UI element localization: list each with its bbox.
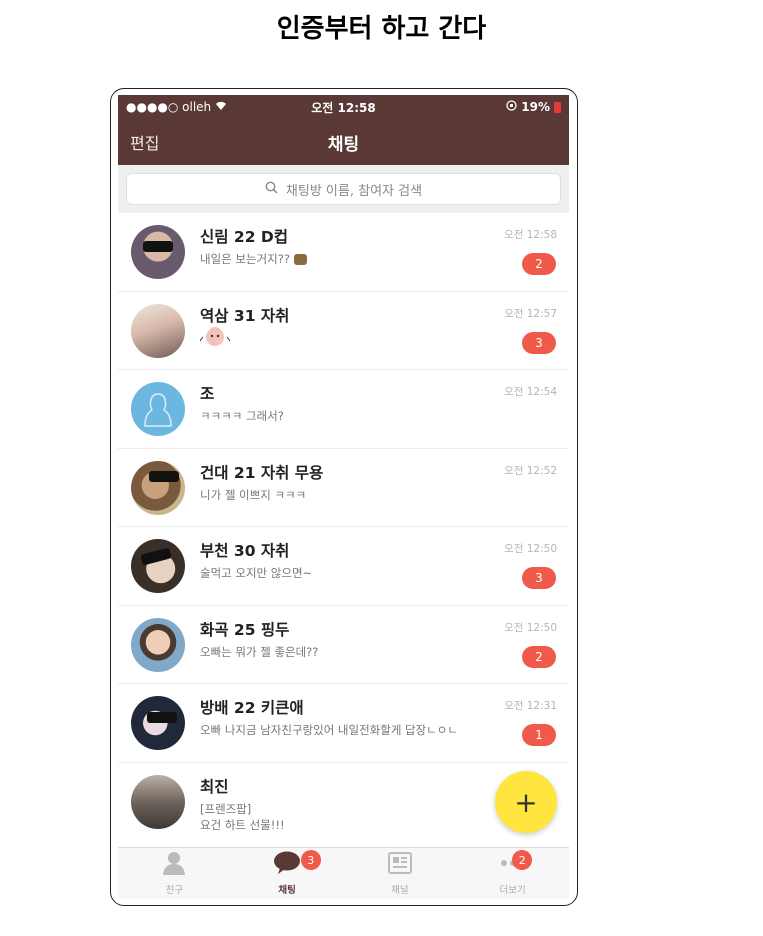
app-screen: ●●●●○ olleh 오전 12:58 19% 편집 채팅 채팅방 이름, 참… xyxy=(118,95,569,899)
avatar xyxy=(131,225,185,279)
chat-preview: ㅋㅋㅋㅋ 그래서? xyxy=(200,409,284,423)
chat-name: 조 xyxy=(200,385,215,403)
edit-button[interactable]: 편집 xyxy=(130,130,159,154)
wifi-icon xyxy=(215,100,227,114)
search-bar: 채팅방 이름, 참여자 검색 xyxy=(118,165,569,213)
avatar xyxy=(131,774,185,829)
avatar xyxy=(131,539,185,593)
chat-preview-line2: 요건 하트 선물!!! xyxy=(200,817,285,832)
default-avatar-icon xyxy=(131,382,185,436)
status-bar: ●●●●○ olleh 오전 12:58 19% xyxy=(118,95,569,119)
tab-friends[interactable]: 친구 xyxy=(118,848,231,899)
chat-preview: 오빠는 뭐가 젤 좋은데?? xyxy=(200,644,319,659)
tab-channel[interactable]: 채널 xyxy=(344,848,457,899)
chat-time: 오전 12:57 xyxy=(504,307,557,320)
chat-row[interactable]: 방배 22 키큰애 오빠 나지금 남자친구랑있어 내일전화할게 답장ㄴㅇㄴ 오전… xyxy=(118,684,569,763)
privacy-blur xyxy=(143,241,173,252)
search-placeholder: 채팅방 이름, 참여자 검색 xyxy=(285,183,423,199)
nav-bar: 편집 채팅 xyxy=(118,119,569,165)
page-heading: 인증부터 하고 간다 xyxy=(276,14,487,44)
speech-bubble-icon xyxy=(273,851,301,879)
person-icon xyxy=(161,851,187,879)
tab-more[interactable]: 더보기 2 xyxy=(456,848,569,899)
privacy-blur xyxy=(149,470,179,482)
chat-preview: 오빠 나지금 남자친구랑있어 내일전화할게 답장ㄴㅇㄴ xyxy=(200,723,458,737)
chat-preview: 술먹고 오지만 않으면~ xyxy=(200,566,313,580)
chat-row[interactable]: 조 ㅋㅋㅋㅋ 그래서? 오전 12:54 xyxy=(118,370,569,449)
chat-time: 오전 12:54 xyxy=(504,386,557,398)
tab-bar: 친구 채팅 3 채널 더보기 2 xyxy=(118,847,569,899)
bear-emoticon-icon xyxy=(293,254,307,265)
chat-preview xyxy=(199,325,231,352)
chat-row[interactable]: 건대 21 자취 무용 니가 젤 이쁘지 ㅋㅋㅋ 오전 12:52 xyxy=(118,449,569,527)
chat-name: 최진 xyxy=(200,777,229,796)
chat-name: 화곡 25 핑두 xyxy=(200,620,290,639)
chat-time: 오전 12:58 xyxy=(504,229,557,241)
chat-preview: 내일은 보는거지?? xyxy=(200,251,307,267)
news-icon xyxy=(387,851,413,879)
tab-label: 채팅 xyxy=(278,885,296,896)
unread-badge: 3 xyxy=(522,567,556,589)
unread-badge: 1 xyxy=(522,724,556,746)
chat-time: 오전 12:31 xyxy=(504,700,557,712)
unread-badge: 3 xyxy=(522,331,556,354)
chat-preview: [프렌즈팝] xyxy=(200,801,252,816)
chat-time: 오전 12:50 xyxy=(504,543,557,555)
tab-chat[interactable]: 채팅 3 xyxy=(231,848,344,899)
tab-label: 더보기 xyxy=(499,885,526,896)
chat-row[interactable]: 신림 22 D컵 내일은 보는거지?? 오전 12:58 2 xyxy=(118,213,569,292)
tab-badge: 3 xyxy=(300,850,321,870)
chat-name: 건대 21 자취 무용 xyxy=(200,463,324,482)
chat-row[interactable]: 부천 30 자취 술먹고 오지만 않으면~ 오전 12:50 3 xyxy=(118,527,569,606)
battery-icon xyxy=(554,101,561,113)
chat-row[interactable]: 화곡 25 핑두 오빠는 뭐가 젤 좋은데?? 오전 12:50 2 xyxy=(118,606,569,684)
tab-label: 채널 xyxy=(391,885,409,896)
avatar xyxy=(131,617,185,672)
chat-row[interactable]: 역삼 31 자취 오전 12:57 3 xyxy=(118,292,569,370)
tab-badge: 2 xyxy=(512,850,533,870)
sticker-icon xyxy=(199,326,231,352)
carrier-label: ●●●●○ olleh xyxy=(126,100,212,114)
search-icon xyxy=(265,181,278,198)
search-input[interactable]: 채팅방 이름, 참여자 검색 xyxy=(126,173,561,205)
chat-name: 부천 30 자취 xyxy=(200,542,290,560)
chat-name: 방배 22 키큰애 xyxy=(200,699,304,717)
chat-time: 오전 12:52 xyxy=(504,464,557,477)
chat-list: 신림 22 D컵 내일은 보는거지?? 오전 12:58 2 역삼 31 자취 … xyxy=(118,213,569,841)
battery-percent: 19% xyxy=(521,100,550,114)
avatar xyxy=(131,696,185,750)
chat-preview: 니가 젤 이쁘지 ㅋㅋㅋ xyxy=(200,487,307,502)
chat-name: 역삼 31 자취 xyxy=(200,306,290,325)
tab-label: 친구 xyxy=(165,885,184,896)
unread-badge: 2 xyxy=(522,253,556,275)
unread-badge: 2 xyxy=(522,645,556,668)
privacy-blur xyxy=(140,547,172,566)
rotation-lock-icon xyxy=(506,100,517,114)
chat-name: 신림 22 D컵 xyxy=(200,228,289,246)
avatar xyxy=(131,303,185,358)
new-chat-button[interactable]: + xyxy=(495,771,557,833)
chat-time: 오전 12:50 xyxy=(504,621,557,634)
avatar xyxy=(131,460,185,515)
privacy-blur xyxy=(147,712,177,723)
phone-frame: ●●●●○ olleh 오전 12:58 19% 편집 채팅 채팅방 이름, 참… xyxy=(110,88,578,906)
nav-title: 채팅 xyxy=(327,134,360,155)
